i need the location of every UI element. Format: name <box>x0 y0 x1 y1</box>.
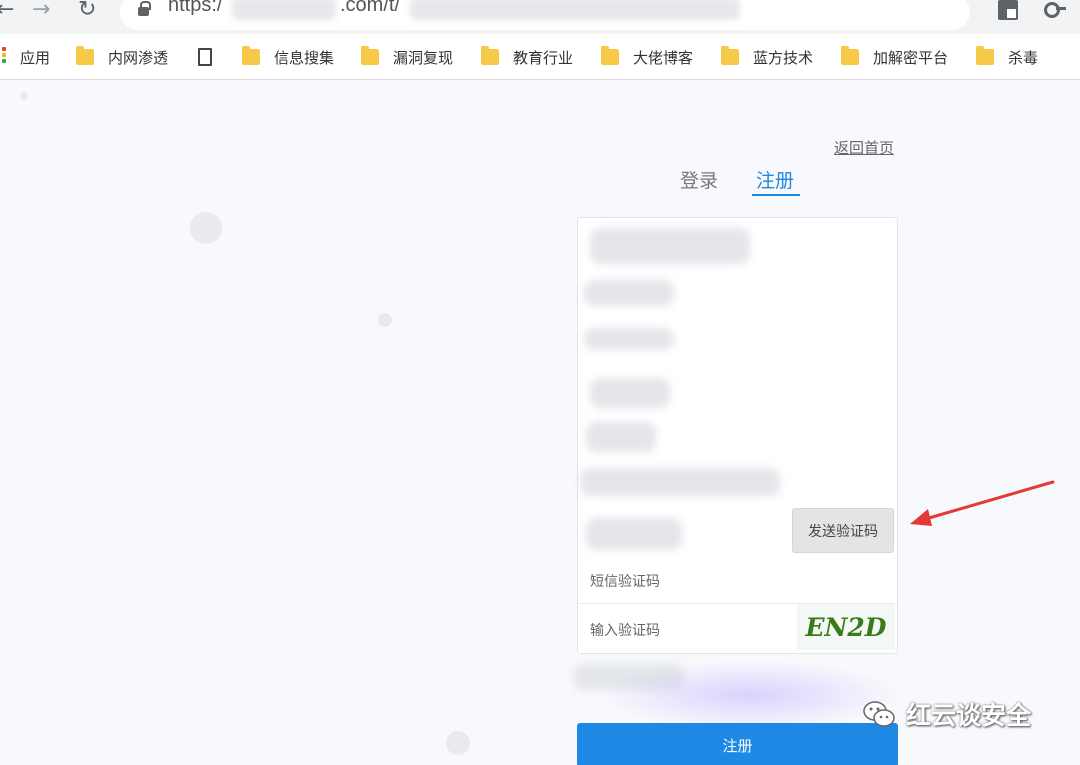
background-dot <box>190 212 222 244</box>
bookmark-label: 漏洞复现 <box>393 48 454 67</box>
send-code-button[interactable]: 发送验证码 <box>792 508 894 553</box>
reload-button[interactable]: ↻ <box>78 0 96 22</box>
redacted-field[interactable] <box>584 328 674 350</box>
bookmark-apps[interactable]: 应用 <box>20 34 50 80</box>
bookmark-label: 教育行业 <box>513 48 574 67</box>
bookmark-label: 大佬博客 <box>633 48 694 67</box>
sms-code-input[interactable]: 短信验证码 <box>590 571 660 591</box>
bookmark-label: 加解密平台 <box>873 48 949 67</box>
register-button[interactable]: 注册 <box>577 723 898 765</box>
bookmark-label: 信息搜集 <box>274 48 335 67</box>
bookmark-folder[interactable]: 漏洞复现 <box>361 34 453 80</box>
folder-icon <box>721 46 739 65</box>
annotation-arrow-icon <box>910 480 1055 526</box>
redacted-field[interactable] <box>586 518 682 550</box>
bookmarks-bar: 应用 内网渗透 信息搜集 漏洞复现 教育行业 大佬博客 蓝方技术 加解密平台 杀… <box>0 34 1080 80</box>
folder-icon <box>361 46 379 65</box>
key-icon[interactable] <box>1044 2 1066 18</box>
lock-icon <box>138 1 151 16</box>
captcha-input[interactable]: 输入验证码 <box>590 620 660 640</box>
redacted-field[interactable] <box>586 422 656 452</box>
forward-button[interactable]: → <box>32 0 50 22</box>
bookmark-label: 蓝方技术 <box>753 48 814 67</box>
bookmark-folder[interactable]: 杀毒 <box>976 34 1038 80</box>
background-dot <box>446 731 470 755</box>
tab-register[interactable]: 注册 <box>756 166 794 193</box>
background-dot <box>378 313 392 327</box>
bookmark-label: 应用 <box>20 48 51 67</box>
redacted-field[interactable] <box>580 468 780 496</box>
blur-overlay <box>600 660 900 730</box>
folder-icon <box>976 46 994 65</box>
back-home-link[interactable]: 返回首页 <box>834 137 894 158</box>
bookmark-folder[interactable]: 内网渗透 <box>76 34 168 80</box>
browser-toolbar: ← → ↻ https:/ .com/t/ <box>0 0 1080 34</box>
translate-icon[interactable] <box>998 0 1018 20</box>
folder-icon <box>242 46 260 65</box>
page-icon <box>198 48 212 66</box>
bookmark-folder[interactable]: 大佬博客 <box>601 34 693 80</box>
watermark-text: 红云谈安全 <box>906 701 1032 730</box>
folder-icon <box>841 46 859 65</box>
url-redacted-path <box>410 0 740 20</box>
redacted-field[interactable] <box>584 280 674 306</box>
back-button[interactable]: ← <box>0 0 14 22</box>
bookmark-folder[interactable]: 加解密平台 <box>841 34 948 80</box>
bookmark-label: 内网渗透 <box>108 48 169 67</box>
url-path: .com/t/ <box>340 0 401 16</box>
apps-icon <box>2 47 6 65</box>
bookmark-folder[interactable]: 蓝方技术 <box>721 34 813 80</box>
redacted-field[interactable] <box>590 228 750 264</box>
wechat-icon <box>863 701 895 727</box>
folder-icon <box>76 46 94 65</box>
bookmark-page[interactable] <box>198 34 236 80</box>
background-dot <box>20 92 28 100</box>
address-bar[interactable]: https:/ .com/t/ <box>120 0 970 30</box>
url-scheme: https:/ <box>168 0 223 16</box>
bookmark-label: 杀毒 <box>1008 48 1039 67</box>
tab-login[interactable]: 登录 <box>680 166 718 193</box>
active-tab-indicator <box>752 194 800 196</box>
url-redacted-domain <box>232 0 336 20</box>
captcha-image[interactable]: EN2D <box>797 604 895 650</box>
watermark: 红云谈安全 <box>862 696 1031 732</box>
folder-icon <box>481 46 499 65</box>
folder-icon <box>601 46 619 65</box>
bookmark-folder[interactable]: 教育行业 <box>481 34 573 80</box>
bookmark-folder[interactable]: 信息搜集 <box>242 34 334 80</box>
redacted-field[interactable] <box>590 378 670 408</box>
